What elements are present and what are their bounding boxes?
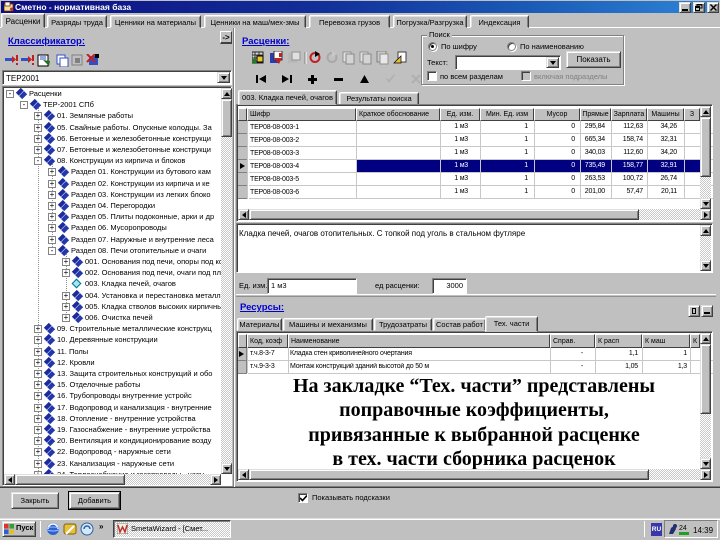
svg-text:24: 24 [679, 525, 687, 532]
